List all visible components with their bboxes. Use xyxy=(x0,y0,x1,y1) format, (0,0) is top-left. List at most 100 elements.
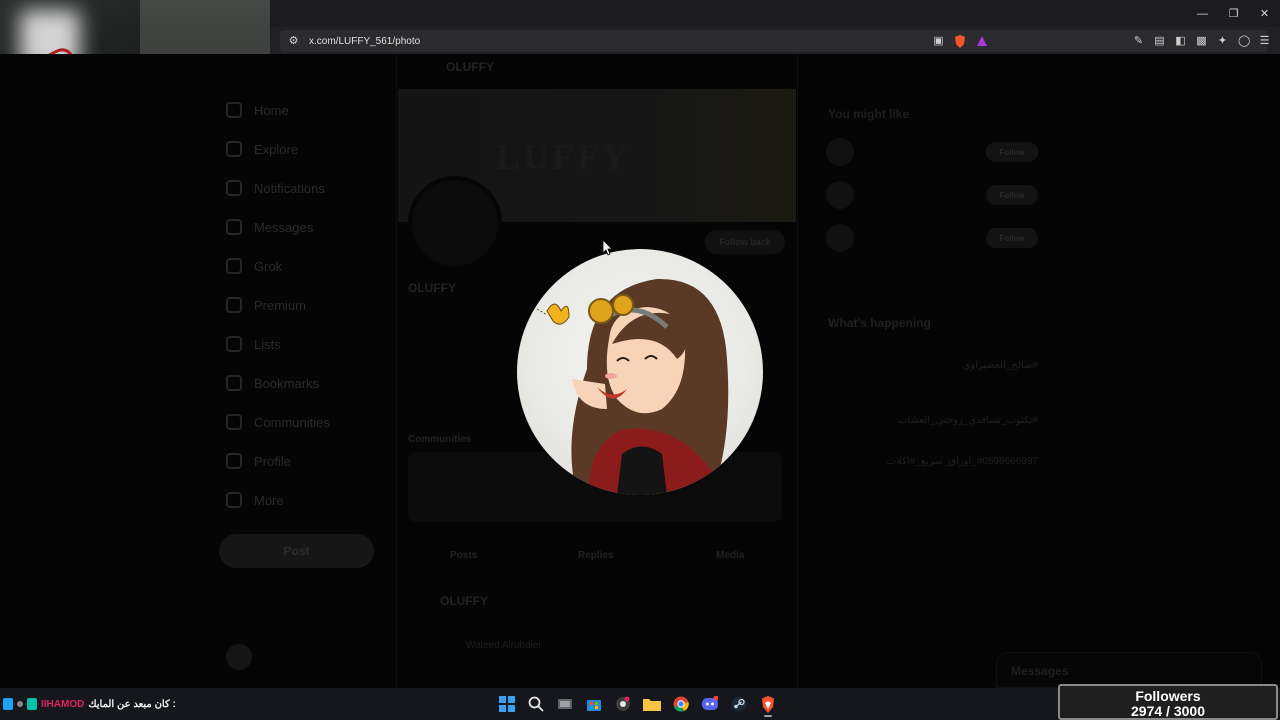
sidebar-item-notifications[interactable]: Notifications xyxy=(226,180,325,196)
mail-icon xyxy=(226,219,242,235)
sidebar-item-label: Explore xyxy=(254,141,299,157)
cast-icon[interactable]: ▣ xyxy=(933,35,944,47)
cartoon-girl-illustration xyxy=(536,278,729,495)
sidebar-item-label: Communities xyxy=(254,414,330,430)
chat-message: كان مبعد عن المايك : xyxy=(88,698,176,710)
messages-drawer-label: Messages xyxy=(1011,664,1069,678)
followers-goal-widget: Followers 2974 / 3000 xyxy=(1058,684,1278,720)
site-settings-icon[interactable]: ⚙ xyxy=(288,35,299,47)
trend-item[interactable]: #صالح_العصيراوي xyxy=(963,360,1038,371)
extensions-icon[interactable]: ✎ xyxy=(1133,35,1144,47)
suggestion-item[interactable]: Follow xyxy=(826,181,1042,211)
sidebar-item-messages[interactable]: Messages xyxy=(226,219,313,235)
chrome-icon[interactable] xyxy=(671,694,691,714)
brave-icon[interactable] xyxy=(758,694,778,717)
bookmark-icon xyxy=(226,375,242,391)
follow-button[interactable]: Follow xyxy=(986,142,1038,162)
url-text: x.com/LUFFY_561/photo xyxy=(309,35,421,47)
banner-text: LUFFY xyxy=(496,137,631,177)
tab-search-icon[interactable]: ▤ xyxy=(1154,35,1165,47)
menu-icon[interactable]: ☰ xyxy=(1259,35,1270,47)
browser-app-icon[interactable] xyxy=(613,694,633,714)
screen: — ❐ ✕ ⚙ x.com/LUFFY_561/photo ▣ ✎ ▤ ◧ ▩ … xyxy=(0,0,1280,720)
sidebar-item-label: Premium xyxy=(254,297,307,313)
sidebar-item-label: Notifications xyxy=(254,180,325,196)
follow-button[interactable]: Follow xyxy=(986,185,1038,205)
sidebar-item-grok[interactable]: Grok xyxy=(226,258,282,274)
post-author: OLUFFY xyxy=(440,594,488,608)
whats-happening-heading: What's happening xyxy=(828,316,931,330)
brave-shields-icon[interactable] xyxy=(954,34,966,48)
discord-icon[interactable] xyxy=(700,694,720,714)
search-icon[interactable] xyxy=(526,694,546,714)
sidebar-item-bookmarks[interactable]: Bookmarks xyxy=(226,375,319,391)
address-bar[interactable]: ⚙ x.com/LUFFY_561/photo xyxy=(280,30,1268,52)
browser-tools: ✎ ▤ ◧ ▩ ✦ ◯ ☰ xyxy=(1133,30,1270,52)
sidebar-item-label: Lists xyxy=(254,336,281,352)
address-bar-actions: ▣ xyxy=(933,30,988,52)
retweet-line: Waleed Alrubaiei xyxy=(466,640,541,651)
window-controls: — ❐ ✕ xyxy=(1187,0,1280,27)
store-icon[interactable] xyxy=(584,694,604,714)
account-switcher[interactable] xyxy=(226,644,376,672)
sidebar-item-label: Messages xyxy=(254,219,314,235)
steam-icon[interactable] xyxy=(729,694,749,714)
post-button[interactable]: Post xyxy=(219,534,374,568)
tab-media[interactable]: Media xyxy=(716,550,744,561)
chat-username: IIHAMOD xyxy=(41,698,85,710)
avatar xyxy=(826,224,854,252)
suggestion-item[interactable]: Follow xyxy=(826,138,1042,168)
list-icon xyxy=(226,336,242,352)
sidebar-item-label: Grok xyxy=(254,258,283,274)
tab-strip xyxy=(270,0,1280,27)
minimize-button[interactable]: — xyxy=(1187,0,1218,27)
search-icon xyxy=(226,141,242,157)
profile-photo-enlarged xyxy=(517,249,763,495)
tab-posts[interactable]: Posts xyxy=(450,550,477,561)
you-might-like-heading: You might like xyxy=(828,107,910,121)
start-icon[interactable] xyxy=(497,694,517,714)
suggestion-item[interactable]: Follow xyxy=(826,224,1042,254)
vpn-icon[interactable]: ◯ xyxy=(1238,35,1250,47)
leo-ai-icon[interactable]: ✦ xyxy=(1217,35,1228,47)
more-icon xyxy=(226,492,242,508)
grok-icon xyxy=(226,258,242,274)
toolbar: ⚙ x.com/LUFFY_561/photo ▣ ✎ ▤ ◧ ▩ ✦ ◯ ☰ xyxy=(270,27,1280,54)
sidebar-item-label: Profile xyxy=(254,453,291,469)
sidebar-item-communities[interactable]: Communities xyxy=(226,414,330,430)
sidebar-item-explore[interactable]: Explore xyxy=(226,141,298,157)
bell-icon xyxy=(226,180,242,196)
wallet-icon[interactable]: ▩ xyxy=(1196,35,1207,47)
taskbar-apps xyxy=(497,692,778,717)
mouse-cursor-icon xyxy=(603,240,613,256)
tab-replies[interactable]: Replies xyxy=(578,550,614,561)
task-view-icon[interactable] xyxy=(555,694,575,714)
follow-back-button[interactable]: Follow back xyxy=(705,230,785,254)
messages-drawer[interactable]: Messages xyxy=(996,652,1262,688)
sidebar-item-label: More xyxy=(254,492,284,508)
sidebar-item-more[interactable]: More xyxy=(226,492,284,508)
profile-avatar[interactable] xyxy=(408,176,502,270)
close-button[interactable]: ✕ xyxy=(1249,0,1280,27)
brave-rewards-icon[interactable] xyxy=(976,35,988,47)
sidebar-item-premium[interactable]: Premium xyxy=(226,297,306,313)
platform-icon xyxy=(3,698,13,710)
file-explorer-icon[interactable] xyxy=(642,694,662,714)
x-logo-icon xyxy=(226,297,242,313)
sidebar-item-home[interactable]: Home xyxy=(226,102,289,118)
home-icon xyxy=(226,102,242,118)
trend-item[interactable]: #تكتوب_تسافدي_زوجتي_العشاب xyxy=(898,415,1038,426)
restore-button[interactable]: ❐ xyxy=(1218,0,1249,27)
profile-name: OLUFFY xyxy=(408,281,456,295)
trend-item[interactable]: #0598666997_اوراق_سريع_#اكلات xyxy=(887,456,1038,467)
sidebar-item-label: Home xyxy=(254,102,289,118)
sidebar-item-lists[interactable]: Lists xyxy=(226,336,281,352)
follow-button[interactable]: Follow xyxy=(986,228,1038,248)
badge-icon xyxy=(27,698,37,710)
sidebar-icon[interactable]: ◧ xyxy=(1175,35,1186,47)
communities-heading: Communities xyxy=(408,434,472,445)
sidebar-item-profile[interactable]: Profile xyxy=(226,453,291,469)
followers-label: Followers xyxy=(1135,688,1201,704)
sidebar-item-label: Bookmarks xyxy=(254,375,320,391)
chat-overlay: IIHAMOD كان مبعد عن المايك : xyxy=(3,696,176,712)
